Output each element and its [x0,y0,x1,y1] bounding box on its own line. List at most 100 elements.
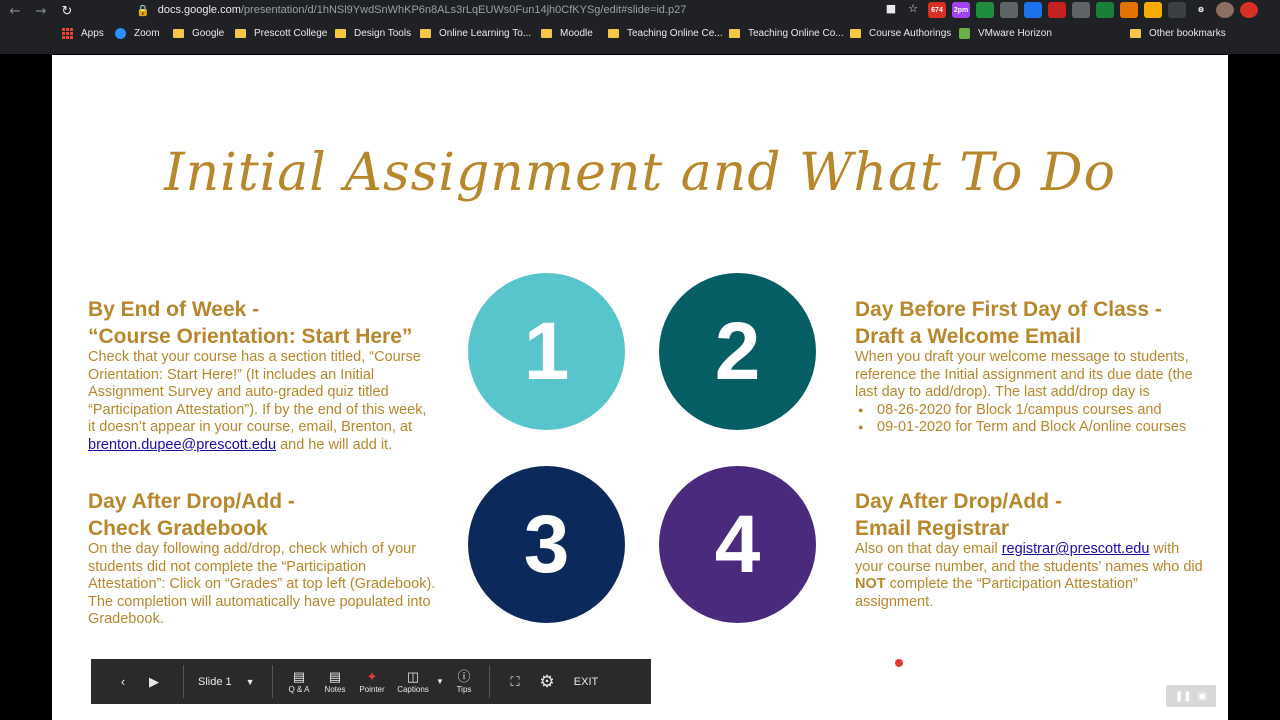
slide-selector[interactable]: Slide 1 ▼ [198,676,272,688]
pause-icon[interactable]: ❚❚ [1175,691,1192,702]
window-extension-icon[interactable] [1168,2,1186,18]
folder-icon [729,29,740,38]
block3-heading-line2: Check Gradebook [88,517,268,540]
bookmark-prescott[interactable]: Prescott College [235,28,327,39]
bookmark-label: Teaching Online Co... [748,28,844,39]
notes-label: Notes [324,685,346,694]
bookmark-label: Prescott College [254,28,328,39]
red-extension-icon[interactable] [1048,2,1066,18]
block1-text: Check that your course has a section tit… [88,349,432,454]
screencastify-extension-icon[interactable] [1120,2,1138,18]
sticky-note-extension-icon[interactable] [1144,2,1162,18]
block2-heading-line1: Day Before First Day of Class - [855,298,1162,321]
step-3-circle: 3 [468,466,625,623]
drive-extension-icon[interactable] [976,2,994,18]
pen-extension-icon[interactable] [1000,2,1018,18]
bookmark-course-authorings[interactable]: Course Authorings [850,28,951,39]
block4-text-end: complete the “Participation Attestation”… [855,576,1138,610]
block4-text: Also on that day email registrar@prescot… [855,541,1205,611]
fullscreen-icon: ⛶ [510,673,520,689]
qa-button[interactable]: ▤ Q & A [281,659,317,704]
settings-button[interactable]: ⚙ [530,659,564,704]
laser-pointer-icon: ✦ [366,669,378,684]
screen-icon[interactable]: ▣ [1198,691,1207,702]
bookmark-label: Design Tools [354,28,412,39]
bookmarks-bar: Apps Zoom Google Prescott College Design… [0,24,1280,46]
caret-down-icon: ▼ [436,677,444,686]
folder-icon [235,29,246,38]
puzzle-extensions-icon[interactable]: ⚙ [1192,2,1210,18]
bookmark-online-learning[interactable]: Online Learning To... [420,28,531,39]
tips-button[interactable]: ⓘ Tips [445,659,483,704]
block2-heading: Day Before First Day of Class - Draft a … [855,296,1215,350]
profile-avatar[interactable] [1216,2,1234,18]
address-bar[interactable]: 🔒 docs.google.com/presentation/d/1hNSl9Y… [136,0,926,20]
divider [272,665,273,698]
captions-button[interactable]: ◫ Captions [391,659,435,704]
bookmark-star-icon[interactable]: ☆ [908,2,918,15]
bookmark-label: Apps [81,28,104,39]
pointer-button[interactable]: ✦ Pointer [353,659,391,704]
exit-label: EXIT [573,675,599,688]
notes-button[interactable]: ▤ Notes [317,659,353,704]
bookmark-moodle[interactable]: Moodle [541,28,593,39]
gmail-extension-icon[interactable]: 674 [928,2,946,18]
apps-icon [62,28,73,39]
exit-button[interactable]: EXIT [564,659,608,704]
grammarly-extension-icon[interactable] [1096,2,1114,18]
block4-heading: Day After Drop/Add - Email Registrar [855,488,1215,542]
camera-icon[interactable]: ■ [886,2,896,15]
mini-controls[interactable]: ❚❚ ▣ [1166,685,1216,707]
back-icon[interactable]: ← [4,0,26,22]
url-path: /presentation/d/1hNSl9YwdSnWhKP6n8ALs3rL… [240,4,687,16]
block4-bold-not: NOT [855,576,886,592]
calendar-extension-icon[interactable]: 2pm [952,2,970,18]
qa-label: Q & A [288,685,310,694]
bookmark-google[interactable]: Google [173,28,224,39]
bookmark-other[interactable]: Other bookmarks [1130,28,1226,39]
bookmark-label: Moodle [560,28,593,39]
block3-heading-line1: Day After Drop/Add - [88,490,295,513]
info-icon: ⓘ [457,669,471,684]
captions-menu-caret[interactable]: ▼ [435,659,445,704]
block4-heading-line2: Email Registrar [855,517,1010,540]
block1-text-part: Check that your course has a section tit… [88,349,427,435]
captions-label: Captions [397,685,429,694]
chat-icon: ▤ [292,669,306,684]
reload-icon[interactable]: ↻ [56,0,78,22]
grid-extension-icon[interactable] [1072,2,1090,18]
bookmark-teaching-online-ce[interactable]: Teaching Online Ce... [608,28,723,39]
folder-icon [608,29,619,38]
folder-icon [420,29,431,38]
browser-chrome: ← → ↻ 🔒 docs.google.com/presentation/d/1… [0,0,1280,54]
folder-icon [850,29,861,38]
slide-title: Initial Assignment and What To Do [164,143,1116,203]
bookmark-label: Zoom [134,28,160,39]
presentation-slide: Initial Assignment and What To Do By End… [52,55,1228,720]
laser-pointer-dot [895,659,903,667]
bookmark-label: Online Learning To... [439,28,532,39]
forward-icon[interactable]: → [30,0,52,22]
bookmark-vmware[interactable]: VMware Horizon [959,28,1052,39]
next-slide-button[interactable]: ▶ [125,659,183,704]
block3-heading: Day After Drop/Add - Check Gradebook [88,488,448,542]
address-bar-row: ← → ↻ 🔒 docs.google.com/presentation/d/1… [0,0,1280,22]
bookmark-design-tools[interactable]: Design Tools [335,28,411,39]
fullscreen-button[interactable]: ⛶ [500,659,530,704]
screenshot-extension-icon[interactable] [1024,2,1042,18]
registrar-email-link[interactable]: registrar@prescott.edu [1002,541,1150,557]
bookmark-teaching-online-co[interactable]: Teaching Online Co... [729,28,844,39]
brenton-email-link[interactable]: brenton.dupee@prescott.edu [88,437,276,453]
divider [183,665,184,698]
presentation-toolbar: ‹ ▶ Slide 1 ▼ ▤ Q & A ▤ Notes ✦ Pointer ◫ Ca… [91,659,651,704]
update-icon[interactable] [1240,2,1258,18]
folder-icon [541,29,552,38]
bookmark-zoom[interactable]: Zoom [115,28,160,39]
bookmark-label: Google [192,28,225,39]
bookmark-apps[interactable]: Apps [62,28,104,39]
extensions-area: 674 2pm ⚙ [928,2,1258,18]
play-icon: ▶ [149,673,159,689]
gmail-badge: 674 [931,6,943,14]
block1-text-end: and he will add it. [276,436,393,453]
caret-down-icon: ▼ [245,676,255,687]
